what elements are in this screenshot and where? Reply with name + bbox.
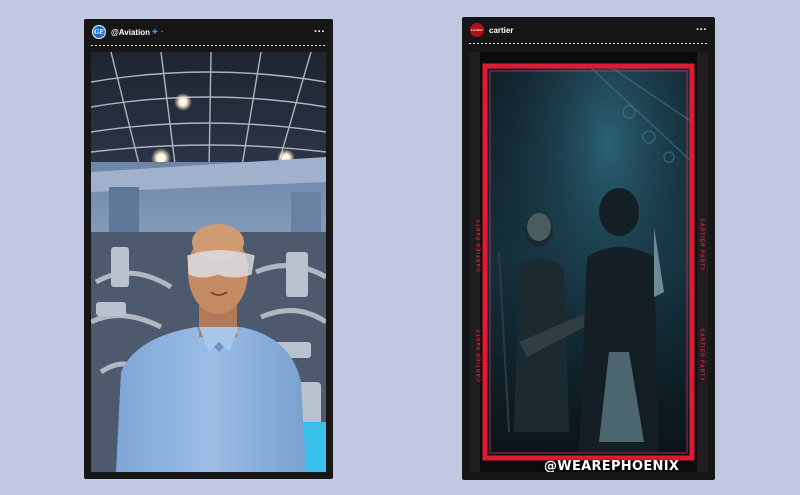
cartier-logo-avatar[interactable]: Cartier <box>470 23 484 37</box>
story-card-cartier[interactable]: Cartier cartier ··· CARTIER PARTY CARTIE… <box>462 17 715 480</box>
story-progress-bar <box>91 45 326 46</box>
story-media-video[interactable]: CARTIER PARTY CARTIER PARTY CARTIER PART… <box>469 52 708 472</box>
avatar-text: GE <box>94 28 104 36</box>
ge-logo-avatar[interactable]: GE <box>92 25 106 39</box>
story-progress-bar <box>469 43 708 44</box>
hangar-presenter-image <box>91 52 326 472</box>
frame-side-text-left-lower: CARTIER PARTY <box>476 328 483 382</box>
frame-side-text-right: CARTIER PARTY <box>698 218 705 272</box>
avatar-text: Cartier <box>471 28 483 32</box>
plane-icon: ✈ <box>152 29 158 36</box>
frame-side-text-right-lower: CARTIER PARTY <box>698 328 705 382</box>
more-options-button[interactable]: ··· <box>314 26 325 38</box>
frame-side-text-left: CARTIER PARTY <box>476 218 483 272</box>
more-options-button[interactable]: ··· <box>696 24 707 36</box>
story-username[interactable]: cartier <box>489 26 513 35</box>
concert-band-image <box>469 52 708 472</box>
story-header: Cartier cartier ··· <box>462 17 715 43</box>
story-username[interactable]: @Aviation <box>111 28 150 37</box>
story-media-video[interactable] <box>91 52 326 472</box>
story-header: GE @Aviation ✈ · ··· <box>84 19 333 45</box>
meta-separator: · <box>160 28 164 36</box>
story-card-aviation[interactable]: GE @Aviation ✈ · ··· <box>84 19 333 479</box>
mention-sticker[interactable]: @WEAREPHOENIX <box>544 459 679 472</box>
